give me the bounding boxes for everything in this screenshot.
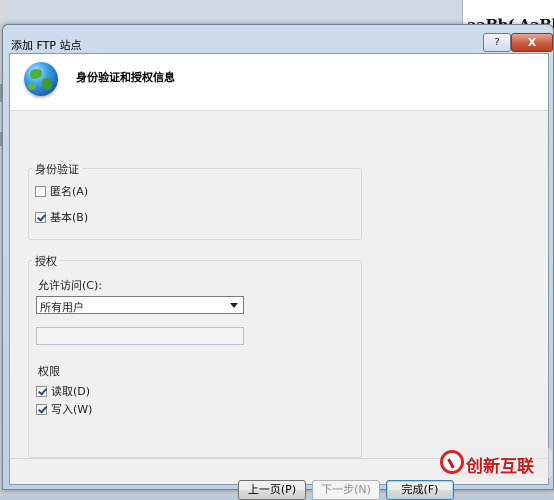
finish-button[interactable]: 完成(F) [386,480,454,500]
permissions-label: 权限 [38,365,60,378]
authorization-group: 授权 允许访问(C): 所有用户 权限 读取(D) 写入(W) [28,253,362,458]
allow-access-select[interactable]: 所有用户 [36,296,244,314]
write-checkbox-row[interactable]: 写入(W) [36,401,92,416]
watermark-logo-icon [440,450,464,474]
chevron-down-icon[interactable] [230,303,238,308]
read-checkbox-row[interactable]: 读取(D) [36,383,90,398]
allow-access-label: 允许访问(C): [38,279,102,292]
close-button[interactable]: X [511,33,553,52]
globe-icon [24,62,58,96]
write-checkbox[interactable] [36,403,47,415]
write-label[interactable]: 写入(W) [51,403,92,416]
authentication-group: 身份验证 匿名(A) 基本(B) [28,161,362,240]
anonymous-checkbox[interactable] [35,185,46,197]
previous-button[interactable]: 上一页(P) [238,480,306,500]
anonymous-checkbox-row[interactable]: 匿名(A) [35,183,88,198]
page-title: 身份验证和授权信息 [76,71,175,84]
basic-label[interactable]: 基本(B) [50,211,88,224]
dialog-title: 添加 FTP 站点 [11,39,82,52]
next-button[interactable]: 下一步(N) [312,480,380,500]
basic-checkbox-row[interactable]: 基本(B) [35,209,88,224]
anonymous-label[interactable]: 匿名(A) [50,185,88,198]
watermark: 创新互联 [440,448,552,478]
wizard-header: 身份验证和授权信息 [10,54,548,111]
read-checkbox[interactable] [36,385,47,397]
dialog-titlebar[interactable]: 添加 FTP 站点 ? X [3,25,553,53]
basic-checkbox[interactable] [35,211,46,223]
authentication-group-title: 身份验证 [32,161,82,177]
read-label[interactable]: 读取(D) [51,385,90,398]
help-button[interactable]: ? [483,33,511,52]
allow-access-value: 所有用户 [40,301,84,314]
user-name-textbox[interactable] [36,327,244,345]
add-ftp-site-dialog: 添加 FTP 站点 ? X 身份验证和授权信息 身份验证 匿名(A) 基本(B)… [2,24,554,500]
dialog-client-area: 身份验证和授权信息 身份验证 匿名(A) 基本(B) 授权 允许访问(C): 所… [9,53,549,500]
watermark-text: 创新互联 [466,457,534,477]
authorization-group-title: 授权 [32,253,60,269]
